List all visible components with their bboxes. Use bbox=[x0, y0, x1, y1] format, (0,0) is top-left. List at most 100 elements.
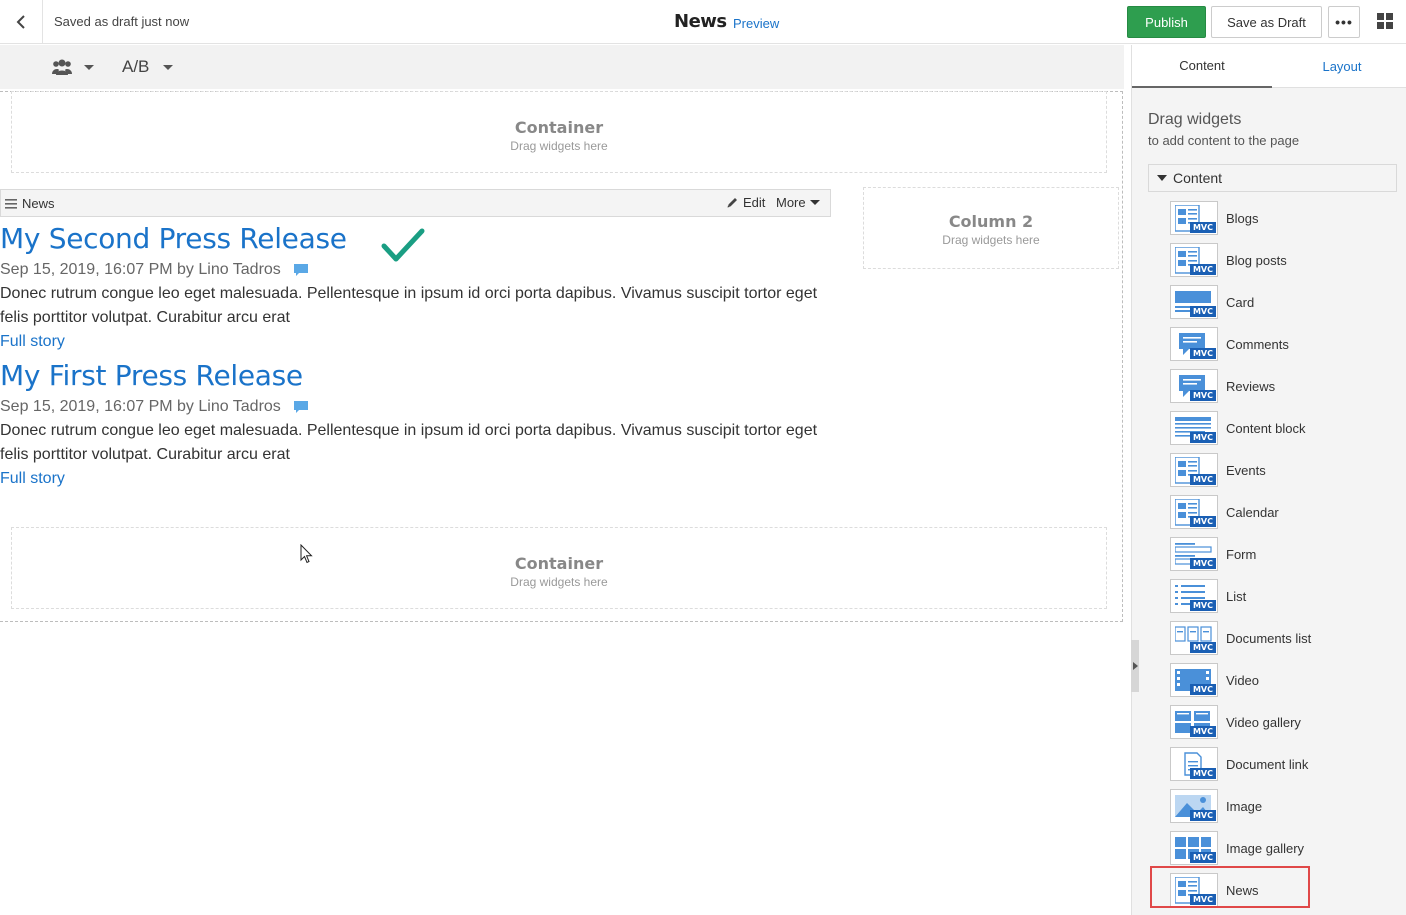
article-summary: Donec rutrum congue leo eget malesuada. … bbox=[0, 285, 818, 326]
preview-link[interactable]: Preview bbox=[733, 16, 779, 31]
widget-item-image[interactable]: MVC Image bbox=[1170, 789, 1390, 823]
widget-item-comments[interactable]: MVC Comments bbox=[1170, 327, 1390, 361]
more-label: More bbox=[776, 195, 806, 210]
dropzone-title: Column 2 bbox=[948, 212, 1034, 231]
hamburger-icon bbox=[5, 198, 17, 209]
mvc-badge: MVC bbox=[1189, 852, 1216, 863]
panel-subheading: to add content to the page bbox=[1148, 133, 1300, 148]
top-bar: Saved as draft just now News Preview Pub… bbox=[0, 0, 1406, 44]
caret-down-icon bbox=[163, 64, 174, 70]
widget-item-label: Reviews bbox=[1226, 378, 1276, 394]
article-meta: Sep 15, 2019, 16:07 PM by Lino Tadros bbox=[0, 397, 840, 417]
video-gallery-icon: MVC bbox=[1170, 705, 1218, 739]
grid-icon[interactable] bbox=[1376, 12, 1396, 32]
checkmark-icon bbox=[381, 228, 425, 262]
widget-item-video-gallery[interactable]: MVC Video gallery bbox=[1170, 705, 1390, 739]
news-widget-header[interactable]: News Edit More bbox=[0, 189, 831, 217]
article-summary: Donec rutrum congue leo eget malesuada. … bbox=[0, 422, 818, 463]
widget-item-calendar[interactable]: MVC Calendar bbox=[1170, 495, 1390, 529]
page-title: News bbox=[674, 11, 727, 32]
more-actions-button[interactable]: ••• bbox=[1328, 6, 1360, 38]
widget-item-video[interactable]: MVC Video bbox=[1170, 663, 1390, 697]
editor-toolbar: A/B bbox=[0, 45, 1124, 89]
widget-item-news[interactable]: MVC News bbox=[1170, 873, 1390, 907]
documents-icon: MVC bbox=[1170, 621, 1218, 655]
bottom-container-dropzone[interactable]: Container Drag widgets here bbox=[11, 527, 1107, 609]
widget-item-label: Blog posts bbox=[1226, 252, 1287, 268]
image-icon: MVC bbox=[1170, 789, 1218, 823]
list-icon: MVC bbox=[1170, 579, 1218, 613]
widget-item-label: Blogs bbox=[1226, 210, 1259, 226]
caret-down-icon bbox=[84, 64, 94, 70]
mouse-cursor-icon bbox=[300, 544, 313, 564]
article-date-author: Sep 15, 2019, 16:07 PM by Lino Tadros bbox=[0, 398, 281, 415]
mvc-badge: MVC bbox=[1189, 306, 1216, 317]
column2-dropzone[interactable]: Column 2 Drag widgets here bbox=[863, 187, 1119, 269]
widget-item-documents-list[interactable]: MVC Documents list bbox=[1170, 621, 1390, 655]
tab-content[interactable]: Content bbox=[1132, 45, 1272, 88]
mvc-badge: MVC bbox=[1189, 516, 1216, 527]
comment-icon[interactable] bbox=[293, 263, 309, 278]
widget-more-dropdown[interactable]: More bbox=[776, 195, 820, 210]
draft-status: Saved as draft just now bbox=[54, 14, 190, 29]
save-as-draft-button[interactable]: Save as Draft bbox=[1211, 6, 1322, 38]
users-icon bbox=[52, 59, 72, 75]
form-icon: MVC bbox=[1170, 537, 1218, 571]
widget-item-label: Image gallery bbox=[1226, 840, 1305, 856]
dropzone-title: Container bbox=[514, 118, 604, 137]
mvc-badge: MVC bbox=[1189, 810, 1216, 821]
content-block-icon: MVC bbox=[1170, 411, 1218, 445]
back-button[interactable] bbox=[0, 0, 43, 44]
mvc-badge: MVC bbox=[1189, 432, 1216, 443]
mvc-badge: MVC bbox=[1189, 558, 1216, 569]
comment-icon: MVC bbox=[1170, 369, 1218, 403]
list-doc-icon: MVC bbox=[1170, 243, 1218, 277]
widget-item-label: Video gallery bbox=[1226, 714, 1301, 730]
dropzone-hint: Drag widgets here bbox=[510, 575, 608, 589]
content-group-toggle[interactable]: Content bbox=[1148, 164, 1397, 192]
widget-item-label: Video bbox=[1226, 672, 1260, 688]
mvc-badge: MVC bbox=[1189, 474, 1216, 485]
mvc-badge: MVC bbox=[1189, 726, 1216, 737]
widget-edit-button[interactable]: Edit bbox=[726, 195, 765, 210]
publish-button[interactable]: Publish bbox=[1127, 6, 1206, 38]
list-doc-icon: MVC bbox=[1170, 453, 1218, 487]
list-doc-icon: MVC bbox=[1170, 201, 1218, 235]
widget-item-events[interactable]: MVC Events bbox=[1170, 453, 1390, 487]
page-canvas: Container Drag widgets here Column 2 Dra… bbox=[0, 89, 1124, 915]
edit-label: Edit bbox=[743, 195, 766, 210]
mvc-badge: MVC bbox=[1189, 642, 1216, 653]
card-icon: MVC bbox=[1170, 285, 1218, 319]
full-story-link[interactable]: Full story bbox=[0, 330, 65, 354]
full-story-link[interactable]: Full story bbox=[0, 467, 65, 491]
widget-label: News bbox=[5, 196, 55, 211]
tab-layout[interactable]: Layout bbox=[1272, 45, 1406, 88]
personalization-dropdown[interactable] bbox=[52, 59, 94, 75]
news-article: My First Press Release Sep 15, 2019, 16:… bbox=[0, 359, 840, 491]
panel-collapse-handle[interactable] bbox=[1131, 640, 1139, 692]
widget-item-form[interactable]: MVC Form bbox=[1170, 537, 1390, 571]
top-container-dropzone[interactable]: Container Drag widgets here bbox=[11, 91, 1107, 173]
widget-item-label: Card bbox=[1226, 294, 1255, 310]
widget-item-blogs[interactable]: MVC Blogs bbox=[1170, 201, 1390, 235]
widget-item-label: News bbox=[1226, 882, 1259, 898]
widget-item-label: Document link bbox=[1226, 756, 1309, 772]
widget-item-document-link[interactable]: MVC Document link bbox=[1170, 747, 1390, 781]
widget-item-reviews[interactable]: MVC Reviews bbox=[1170, 369, 1390, 403]
widget-item-label: Content block bbox=[1226, 420, 1306, 436]
comment-icon[interactable] bbox=[293, 400, 309, 415]
widget-item-blog-posts[interactable]: MVC Blog posts bbox=[1170, 243, 1390, 277]
widget-item-content-block[interactable]: MVC Content block bbox=[1170, 411, 1390, 445]
mvc-badge: MVC bbox=[1189, 894, 1216, 905]
dropzone-title: Container bbox=[514, 554, 604, 573]
widget-item-list[interactable]: MVC List bbox=[1170, 579, 1390, 613]
widget-item-card[interactable]: MVC Card bbox=[1170, 285, 1390, 319]
widget-item-label: Calendar bbox=[1226, 504, 1279, 520]
ab-test-dropdown[interactable]: A/B bbox=[122, 57, 174, 77]
widget-item-image-gallery[interactable]: MVC Image gallery bbox=[1170, 831, 1390, 865]
caret-down-icon bbox=[809, 200, 820, 205]
mvc-badge: MVC bbox=[1189, 768, 1216, 779]
group-label: Content bbox=[1173, 170, 1223, 186]
article-title-link[interactable]: My First Press Release bbox=[0, 359, 840, 393]
list-doc-icon: MVC bbox=[1170, 873, 1218, 907]
